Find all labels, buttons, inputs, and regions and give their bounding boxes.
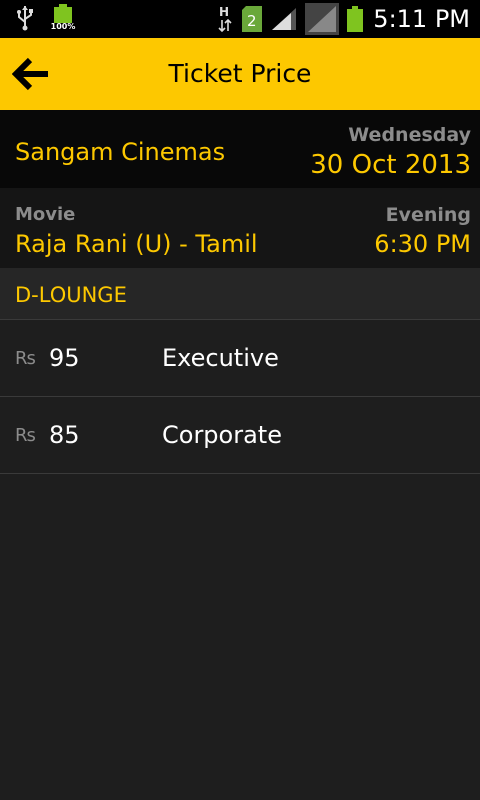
- svg-text:H: H: [219, 5, 229, 19]
- battery-icon: [347, 6, 364, 32]
- currency-label: Rs: [15, 425, 36, 446]
- battery-percent: 100%: [50, 22, 76, 31]
- price-amount: 85: [49, 421, 80, 449]
- app-bar: Ticket Price: [0, 38, 480, 110]
- price-tier: Executive: [162, 344, 279, 372]
- sim-icon: 2: [242, 6, 263, 32]
- movie-info: Movie Raja Rani (U) - Tamil Evening 6:30…: [0, 188, 480, 268]
- currency-label: Rs: [15, 348, 36, 369]
- price-row-corporate[interactable]: Rs 85 Corporate: [0, 397, 480, 474]
- price-row-executive[interactable]: Rs 95 Executive: [0, 320, 480, 397]
- cinema-info: Sangam Cinemas Wednesday 30 Oct 2013: [0, 110, 480, 188]
- page-title: Ticket Price: [168, 59, 312, 88]
- show-date: 30 Oct 2013: [310, 150, 471, 180]
- status-bar-notifications: 100%: [14, 4, 76, 34]
- seating-class-header: D-LOUNGE: [0, 268, 480, 320]
- back-arrow-icon: [11, 57, 48, 91]
- status-bar: 100% H 2 5:11 PM: [0, 0, 480, 38]
- seating-class-name: D-LOUNGE: [15, 283, 127, 307]
- movie-label: Movie: [15, 204, 76, 225]
- price-tier: Corporate: [162, 421, 282, 449]
- battery-small-icon: 100%: [50, 4, 76, 34]
- clock: 5:11 PM: [373, 5, 470, 33]
- svg-text:2: 2: [247, 12, 257, 30]
- movie-name: Raja Rani (U) - Tamil: [15, 230, 258, 258]
- show-period-label: Evening: [385, 204, 471, 226]
- usb-icon: [17, 6, 33, 31]
- show-time: 6:30 PM: [374, 230, 471, 258]
- h-network-icon: H: [218, 5, 232, 33]
- signal-icon: [272, 8, 297, 30]
- signal-icon: [305, 3, 340, 35]
- status-bar-system: H 2 5:11 PM: [209, 0, 470, 38]
- back-button[interactable]: [11, 56, 52, 92]
- show-weekday: Wednesday: [348, 124, 471, 146]
- cinema-name: Sangam Cinemas: [15, 138, 226, 166]
- ticket-price-screen: 100% H 2 5:11 PM Ticket Price Sangam Cin…: [0, 0, 480, 800]
- price-amount: 95: [49, 344, 80, 372]
- price-list: Rs 95 Executive Rs 85 Corporate: [0, 320, 480, 474]
